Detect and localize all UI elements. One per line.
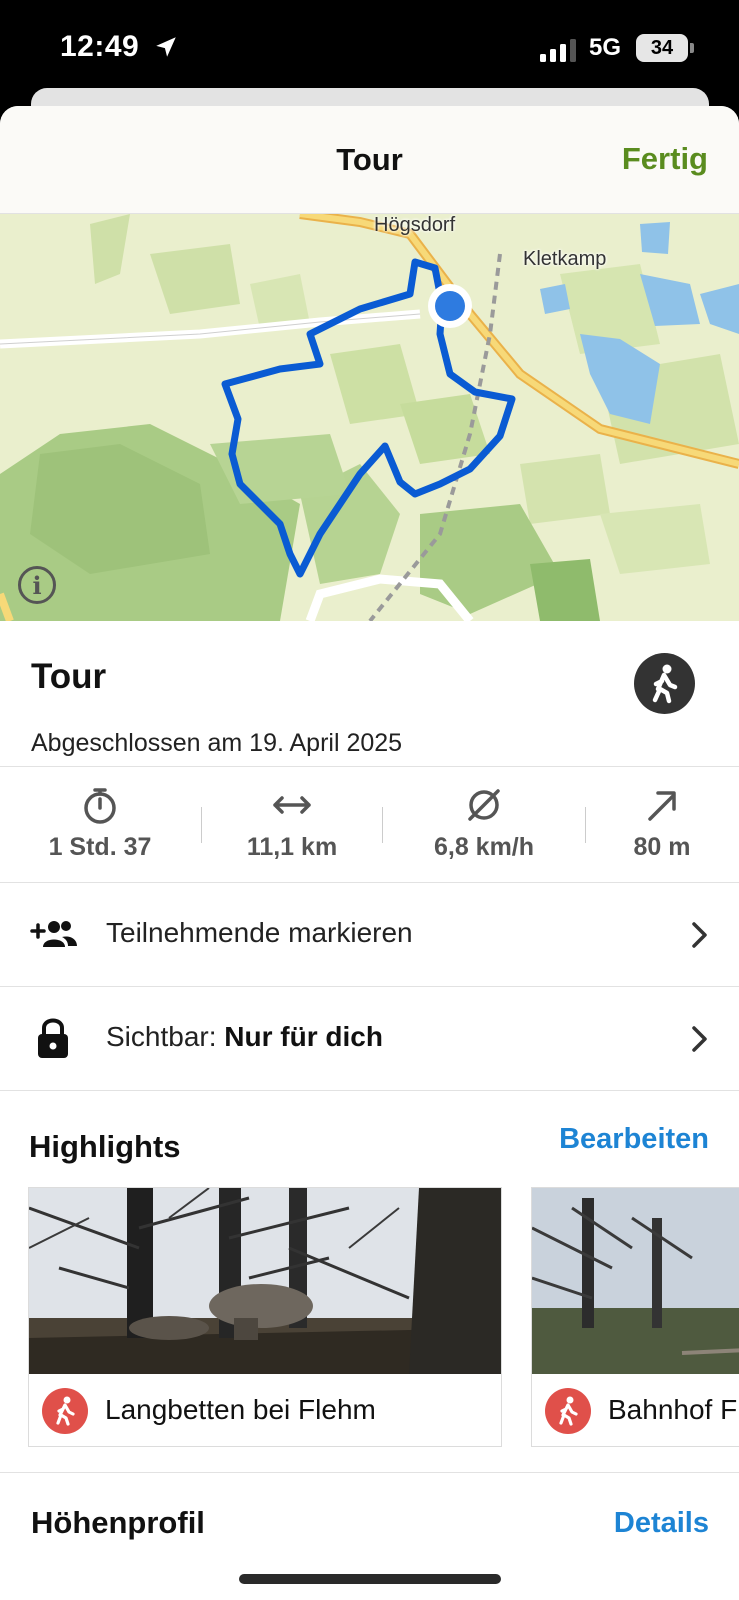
highlight-card[interactable]: Bahnhof F <box>531 1187 739 1447</box>
distance-icon <box>273 796 311 814</box>
highlight-pin <box>545 1388 591 1434</box>
hiking-icon <box>652 664 678 704</box>
highlights-title: Highlights <box>29 1129 181 1164</box>
highlight-name: Bahnhof F <box>608 1394 738 1425</box>
tour-header: Tour Abgeschlossen am 19. April 2025 <box>0 621 739 767</box>
battery-tip <box>690 43 694 53</box>
stat-speed-value: 6,8 km/h <box>433 833 535 861</box>
stats-bar: 1 Std. 37 11,1 km 6,8 km/h 80 m <box>0 767 739 883</box>
route-map[interactable]: Högsdorf Kletkamp i <box>0 214 739 621</box>
highlight-photo <box>532 1188 739 1374</box>
highlight-card[interactable]: Langbetten bei Flehm <box>28 1187 502 1447</box>
stat-speed: 6,8 km/h <box>392 767 576 883</box>
battery-icon: 34 <box>636 34 688 62</box>
status-time: 12:49 <box>60 30 140 63</box>
map-canvas <box>0 214 739 621</box>
stat-elevation: 80 m <box>570 767 739 883</box>
stopwatch-icon <box>84 788 116 824</box>
nav-bar: Tour Fertig <box>0 106 739 214</box>
highlight-photo-image <box>29 1188 501 1374</box>
lock-icon <box>38 1018 68 1058</box>
done-button[interactable]: Fertig <box>622 141 708 177</box>
stat-duration: 1 Std. 37 <box>8 767 192 883</box>
add-people-icon <box>30 921 77 947</box>
elevation-up-icon <box>648 791 676 821</box>
chevron-right-icon <box>692 1026 707 1052</box>
stat-elevation-value: 80 m <box>633 833 691 861</box>
visibility-label: Sichtbar: Nur für dich <box>106 1021 383 1053</box>
highlight-photo <box>29 1188 501 1374</box>
hiking-icon <box>56 1396 75 1426</box>
highlights-section: Highlights Bearbeiten Langbetten bei Fle… <box>0 1091 739 1473</box>
highlight-photo-image <box>532 1188 739 1374</box>
tag-participants-label: Teilnehmende markieren <box>106 917 413 948</box>
tag-participants-row[interactable]: Teilnehmende markieren <box>0 883 739 987</box>
network-type: 5G <box>589 34 622 61</box>
home-indicator[interactable] <box>239 1574 501 1584</box>
tour-sheet: Tour Fertig Högsdorf Kletkamp i Tour Abg… <box>0 106 739 1600</box>
elevation-title: Höhenprofil <box>31 1505 205 1540</box>
elevation-details-button[interactable]: Details <box>614 1507 709 1540</box>
map-label-kletkamp: Kletkamp <box>523 248 607 270</box>
edit-highlights-button[interactable]: Bearbeiten <box>559 1123 709 1156</box>
sport-badge[interactable] <box>634 653 695 714</box>
tour-title: Tour <box>31 657 107 696</box>
visibility-value: Nur für dich <box>224 1021 383 1052</box>
map-info-button[interactable]: i <box>18 566 56 604</box>
chevron-right-icon <box>692 922 707 948</box>
map-label-hoegsdorf: Högsdorf <box>374 214 456 236</box>
average-speed-icon <box>468 789 500 821</box>
visibility-prefix: Sichtbar: <box>106 1021 225 1052</box>
stat-duration-value: 1 Std. 37 <box>48 833 152 861</box>
highlight-pin <box>42 1388 88 1434</box>
location-arrow-icon <box>156 37 176 57</box>
visibility-row[interactable]: Sichtbar: Nur für dich <box>0 987 739 1091</box>
tour-completed-date: Abgeschlossen am 19. April 2025 <box>31 729 403 757</box>
cellular-signal-icon <box>540 39 576 62</box>
hiking-icon <box>559 1396 578 1426</box>
stat-distance: 11,1 km <box>200 767 384 883</box>
highlight-name: Langbetten bei Flehm <box>105 1394 376 1425</box>
status-bar: 12:49 5G 34 <box>0 0 739 100</box>
stat-distance-value: 11,1 km <box>246 833 338 861</box>
stat-divider <box>382 807 383 843</box>
